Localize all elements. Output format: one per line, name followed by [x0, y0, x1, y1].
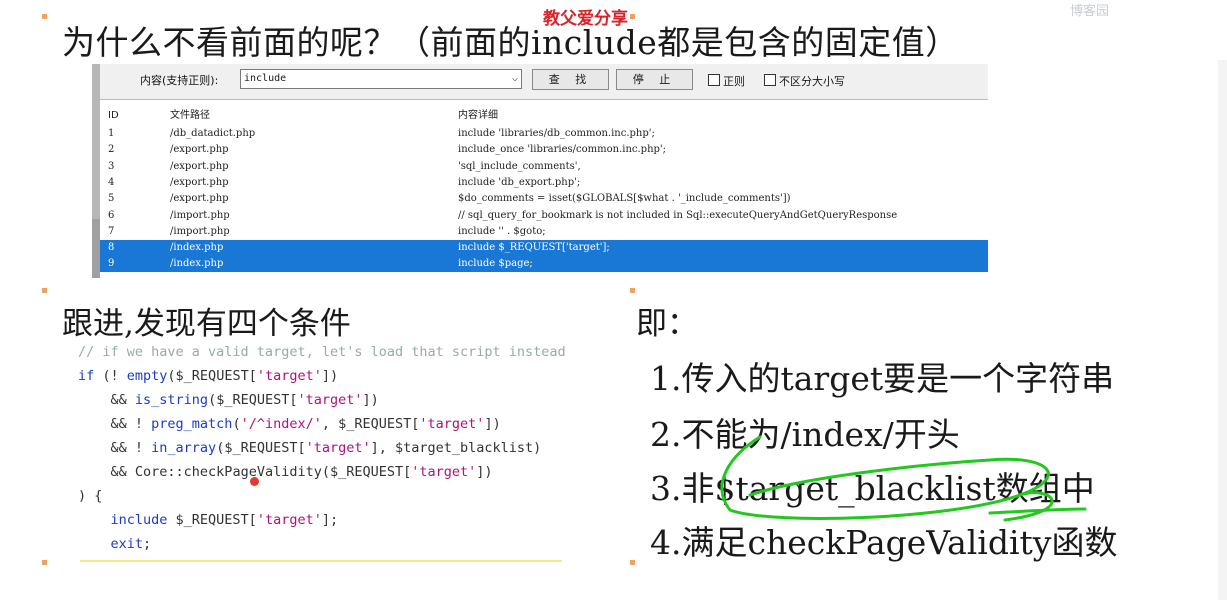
code-line: ) { — [78, 488, 103, 504]
cursor-dot-icon — [250, 477, 259, 486]
right-section-title: 即： — [636, 306, 698, 342]
left-scrollbar-thumb[interactable] — [92, 219, 100, 278]
cell-id: 3 — [108, 160, 115, 172]
left-section-title: 跟进,发现有四个条件 — [62, 306, 351, 342]
table-row[interactable]: 8/index.php include $_REQUEST['target']; — [100, 240, 988, 257]
right-scrollbar[interactable] — [1218, 60, 1227, 600]
page-heading: 为什么不看前面的呢？（前面的include都是包含的固定值） — [62, 23, 959, 62]
code-line: && ! in_array($_REQUEST['target'], $targ… — [78, 440, 542, 456]
cell-path: /import.php — [170, 209, 230, 221]
cell-detail: 'sql_include_comments', — [458, 160, 581, 172]
column-header-detail[interactable]: 内容详细 — [458, 108, 498, 124]
cell-id: 8 — [108, 242, 115, 254]
search-tool-window: 内容(支持正则): include ⌵ 查 找 停 止 正则 不区分大小写 ID… — [72, 64, 988, 279]
green-annotation-scribble — [720, 435, 1087, 522]
slide-corner-dot — [42, 14, 47, 19]
table-row[interactable]: 5/export.php $do_comments = isset($GLOBAL… — [100, 191, 988, 207]
condition-item: 1.传入的target要是一个字符串 — [650, 359, 1115, 398]
chevron-down-icon[interactable]: ⌵ — [512, 70, 518, 88]
code-line: && ! preg_match('/^index/', $_REQUEST['t… — [78, 416, 501, 432]
cell-detail: // sql_query_for_bookmark is not include… — [458, 209, 898, 221]
cell-detail: include '' . $goto; — [458, 225, 546, 237]
table-row[interactable]: 9/index.php include $page; — [100, 256, 988, 273]
slide-corner-dot — [42, 288, 47, 293]
slide-corner-dot — [42, 560, 47, 565]
stop-button[interactable]: 停 止 — [616, 69, 693, 90]
code-line: exit; — [78, 536, 152, 552]
cell-path: /index.php — [170, 258, 224, 270]
cell-id: 9 — [108, 258, 115, 270]
cell-path: /db_datadict.php — [170, 128, 256, 139]
code-line: if (! empty($_REQUEST['target']) — [78, 368, 339, 384]
highlight-underline — [80, 560, 562, 562]
cell-detail: include $page; — [458, 258, 533, 270]
cell-path: /index.php — [170, 242, 224, 254]
table-row[interactable]: 6/import.php // sql_query_for_bookmark is… — [100, 208, 988, 224]
left-scrollbar[interactable] — [92, 64, 100, 219]
cell-detail: include 'db_export.php'; — [458, 176, 581, 188]
cell-detail: include $_REQUEST['target']; — [458, 242, 610, 254]
content-label: 内容(支持正则): — [140, 74, 219, 87]
cell-id: 4 — [108, 176, 115, 188]
case-insensitive-checkbox[interactable]: 不区分大小写 — [764, 73, 845, 89]
code-line: include $_REQUEST['target']; — [78, 512, 339, 528]
cell-detail: include 'libraries/db_common.inc.php'; — [458, 128, 655, 139]
find-button[interactable]: 查 找 — [532, 69, 609, 90]
regex-checkbox-label: 正则 — [723, 75, 745, 88]
cell-path: /export.php — [170, 144, 229, 156]
cell-path: /export.php — [170, 160, 229, 172]
slide-corner-dot — [630, 14, 635, 19]
code-line: && is_string($_REQUEST['target']) — [78, 392, 379, 408]
checkbox-icon[interactable] — [708, 74, 720, 86]
cell-path: /export.php — [170, 176, 229, 188]
slide-corner-dot — [630, 288, 635, 293]
cell-id: 6 — [108, 209, 115, 221]
cell-detail: $do_comments = isset($GLOBALS[$what . '_… — [458, 193, 791, 205]
table-row[interactable]: 2/export.php include_once 'libraries/comm… — [100, 142, 988, 158]
cell-id: 7 — [108, 225, 115, 237]
search-input[interactable]: include ⌵ — [240, 69, 522, 89]
table-row[interactable]: 7/import.php include '' . $goto; — [100, 224, 988, 240]
slide-corner-dot — [630, 560, 635, 565]
code-comment: // if we have a valid target, let's load… — [78, 344, 566, 360]
search-input-value: include — [244, 73, 287, 84]
case-checkbox-label: 不区分大小写 — [779, 75, 845, 88]
cell-path: /export.php — [170, 193, 229, 205]
table-header: ID 文件路径 内容详细 — [100, 108, 988, 124]
table-row[interactable]: 1/db_datadict.php include 'libraries/db_c… — [100, 126, 988, 142]
column-header-path[interactable]: 文件路径 — [170, 108, 210, 124]
code-line: && Core::checkPageValidity($_REQUEST['ta… — [78, 464, 493, 480]
checkbox-icon[interactable] — [764, 74, 776, 86]
cell-path: /import.php — [170, 225, 230, 237]
table-row[interactable]: 4/export.php include 'db_export.php'; — [100, 175, 988, 191]
cell-id: 1 — [108, 128, 115, 139]
cell-id: 5 — [108, 193, 115, 205]
regex-checkbox[interactable]: 正则 — [708, 73, 745, 89]
site-logo: 博客园 — [1070, 4, 1110, 19]
cell-detail: include_once 'libraries/common.inc.php'; — [458, 144, 667, 156]
column-header-id[interactable]: ID — [108, 108, 119, 124]
cell-id: 2 — [108, 144, 115, 156]
table-row[interactable]: 3/export.php 'sql_include_comments', — [100, 159, 988, 175]
results-table[interactable]: ID 文件路径 内容详细 1/db_datadict.php include 'l… — [100, 99, 988, 279]
